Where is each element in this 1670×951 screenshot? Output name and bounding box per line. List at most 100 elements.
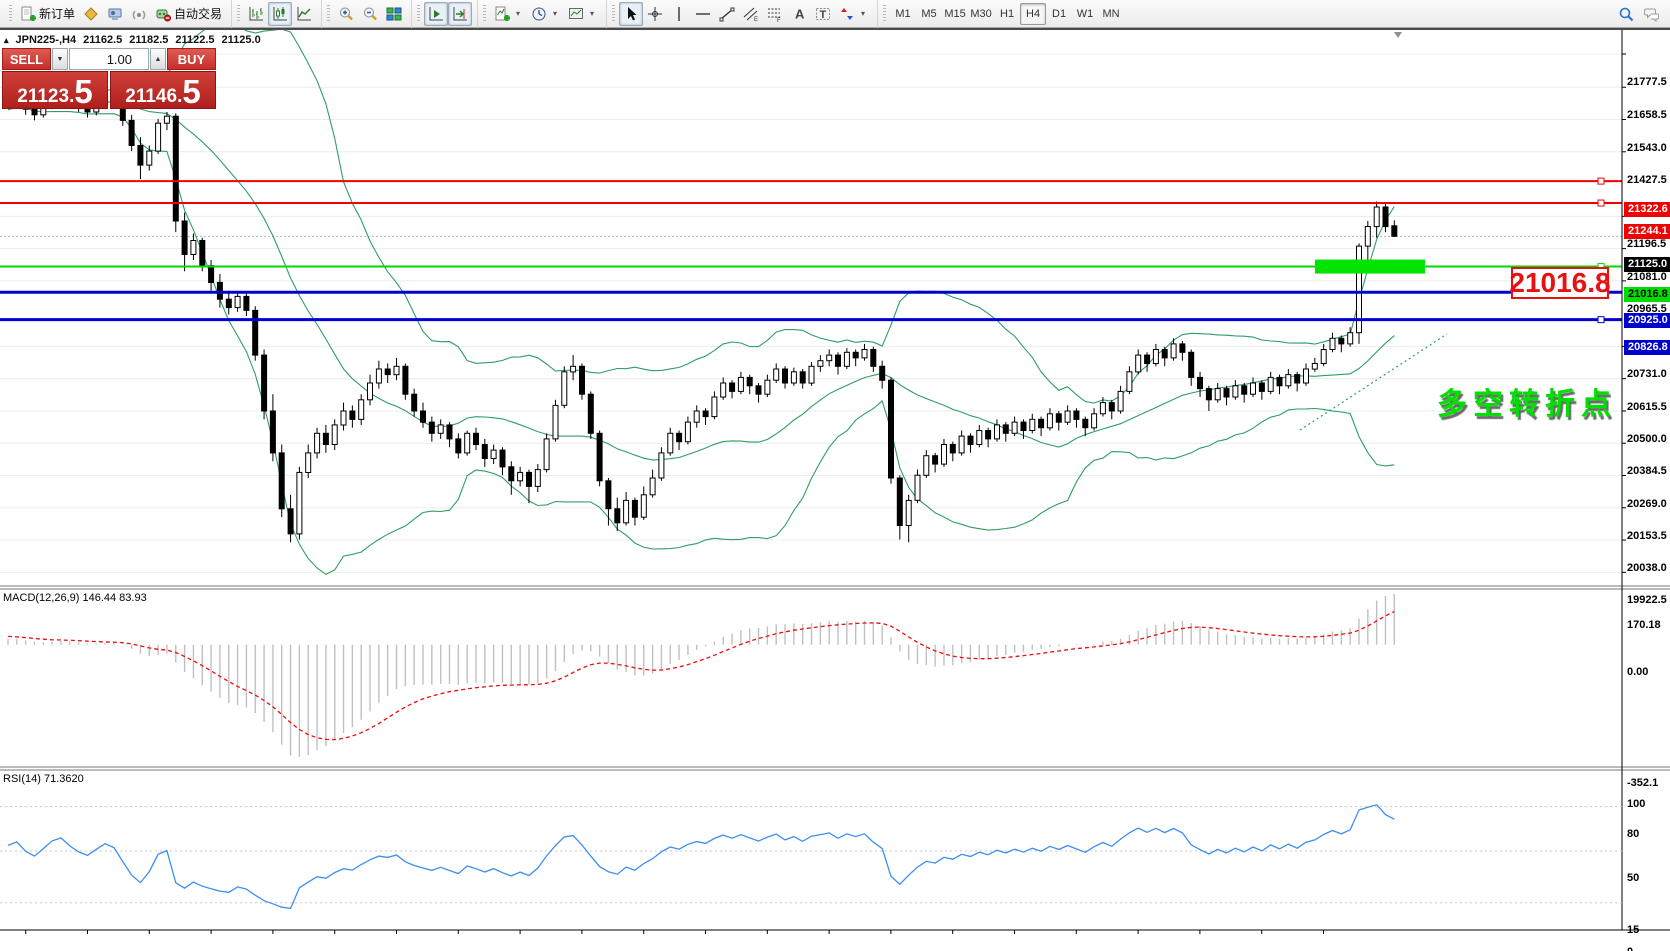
one-click-trade-panel: SELL ▼ ▲ BUY 21123 . 5 21146 . 5 bbox=[2, 48, 216, 109]
bollinger-lower-band bbox=[7, 106, 1395, 576]
chart-shift-marker-icon[interactable] bbox=[1394, 32, 1402, 38]
candle bbox=[1373, 206, 1380, 228]
autotrading-button[interactable]: 自动交易 bbox=[151, 2, 226, 26]
support-zone-rect[interactable] bbox=[1315, 259, 1425, 274]
candle bbox=[402, 365, 409, 395]
candle bbox=[393, 365, 400, 376]
candle bbox=[499, 449, 506, 468]
search-icon[interactable] bbox=[1618, 6, 1634, 22]
candle bbox=[746, 376, 753, 387]
hline-anchor[interactable] bbox=[1597, 177, 1605, 185]
candle bbox=[1364, 226, 1371, 247]
templates-caret-icon[interactable]: ▾ bbox=[587, 9, 597, 18]
chart-plot[interactable] bbox=[0, 30, 1670, 951]
candle bbox=[1223, 388, 1230, 398]
periods-button[interactable]: ▾ bbox=[527, 2, 564, 26]
candle bbox=[623, 499, 630, 524]
timeframe-m1-button[interactable]: M1 bbox=[890, 3, 916, 25]
rsi-axis-label: 50 bbox=[1627, 872, 1640, 884]
chart-shift-button[interactable] bbox=[448, 1, 473, 26]
candle bbox=[1038, 418, 1045, 429]
candle bbox=[146, 150, 153, 166]
cursor-button[interactable] bbox=[619, 1, 644, 26]
crosshair-button[interactable] bbox=[643, 2, 667, 26]
terminal-button[interactable] bbox=[103, 2, 127, 26]
candle bbox=[428, 421, 435, 434]
price-axis-tag-20826.8: 20826.8 bbox=[1624, 340, 1670, 356]
horizontal-line-button[interactable] bbox=[691, 2, 715, 26]
macd-axis-label: -352.1 bbox=[1627, 777, 1659, 789]
zoom-in-button[interactable] bbox=[334, 2, 358, 26]
buy-price[interactable]: 21146 . 5 bbox=[110, 71, 216, 109]
candle bbox=[737, 376, 744, 392]
candlestick-chart-button[interactable] bbox=[268, 1, 293, 26]
periods-caret-icon[interactable]: ▾ bbox=[550, 9, 560, 18]
hline-anchor[interactable] bbox=[1597, 199, 1605, 207]
timeframe-m15-button[interactable]: M15 bbox=[942, 3, 968, 25]
tile-windows-button[interactable] bbox=[382, 2, 406, 26]
new-order-button[interactable]: 新订单 bbox=[16, 2, 79, 26]
timeframe-d1-button[interactable]: D1 bbox=[1046, 3, 1072, 25]
arrows-button[interactable]: ▾ bbox=[835, 2, 872, 26]
timeframe-mn-button[interactable]: MN bbox=[1098, 3, 1124, 25]
candle bbox=[269, 410, 276, 454]
chat-icon[interactable] bbox=[1644, 6, 1660, 22]
volume-input[interactable] bbox=[70, 49, 148, 69]
signals-button[interactable] bbox=[127, 2, 151, 26]
volume-increase-button[interactable]: ▲ bbox=[150, 48, 166, 70]
zoom-out-button[interactable] bbox=[358, 2, 382, 26]
auto-scroll-button[interactable] bbox=[424, 1, 449, 26]
candle bbox=[1294, 374, 1301, 384]
candle bbox=[455, 438, 462, 454]
panel-collapse-icon[interactable]: ▴ bbox=[4, 35, 9, 46]
periods-clock-icon bbox=[532, 7, 546, 20]
candle bbox=[684, 421, 691, 443]
text-button[interactable]: A bbox=[787, 2, 811, 26]
candle bbox=[517, 471, 524, 482]
timeframe-w1-button[interactable]: W1 bbox=[1072, 3, 1098, 25]
price-annotation-box[interactable]: 21016.8 bbox=[1509, 267, 1611, 299]
arrows-caret-icon[interactable]: ▾ bbox=[858, 9, 868, 18]
equidistant-channel-button[interactable]: E bbox=[739, 2, 763, 26]
buy-button[interactable]: BUY bbox=[167, 48, 216, 70]
sell-button[interactable]: SELL bbox=[2, 48, 51, 70]
profile-button[interactable] bbox=[79, 2, 103, 26]
timeframe-h1-button[interactable]: H1 bbox=[994, 3, 1020, 25]
candle bbox=[1170, 343, 1177, 359]
candle bbox=[208, 265, 215, 284]
candle bbox=[631, 499, 638, 518]
templates-button[interactable]: ▾ bbox=[564, 2, 601, 26]
volume-decrease-button[interactable]: ▼ bbox=[52, 48, 68, 70]
candle bbox=[534, 469, 541, 487]
hline-anchor[interactable] bbox=[1597, 316, 1605, 324]
candle bbox=[729, 382, 736, 392]
text-label-button[interactable]: T bbox=[811, 2, 835, 26]
macd-axis-label: 170.18 bbox=[1627, 619, 1661, 631]
price-axis-tag-21125.0: 21125.0 bbox=[1624, 256, 1670, 272]
sell-price[interactable]: 21123 . 5 bbox=[2, 71, 108, 109]
trendline-button[interactable] bbox=[715, 2, 739, 26]
candle bbox=[1347, 332, 1354, 345]
timeframe-h4-button[interactable]: H4 bbox=[1020, 2, 1047, 25]
vertical-line-button[interactable] bbox=[667, 2, 691, 26]
fibonacci-button[interactable]: F bbox=[763, 2, 787, 26]
candle bbox=[1188, 351, 1195, 378]
candle bbox=[570, 365, 577, 373]
candle bbox=[464, 432, 471, 454]
timeframe-m30-button[interactable]: M30 bbox=[968, 3, 994, 25]
svg-text:T: T bbox=[820, 9, 827, 21]
indicators-caret-icon[interactable]: ▾ bbox=[513, 9, 523, 18]
price-axis-label: 21427.5 bbox=[1627, 173, 1667, 186]
cursor-icon bbox=[628, 6, 637, 20]
chart-window: ▴ JPN225-,H4 21162.5 21182.5 21122.5 211… bbox=[0, 28, 1670, 951]
price-axis-label: 20038.0 bbox=[1627, 562, 1667, 575]
candle bbox=[349, 410, 356, 420]
line-chart-button[interactable] bbox=[292, 2, 316, 26]
candle bbox=[702, 410, 709, 418]
svg-text:F: F bbox=[777, 18, 781, 22]
indicators-button[interactable]: ▾ bbox=[490, 2, 527, 26]
timeframe-m5-button[interactable]: M5 bbox=[916, 3, 942, 25]
candle bbox=[1382, 206, 1389, 228]
text-label-icon: T bbox=[816, 7, 831, 21]
bar-chart-button[interactable] bbox=[244, 2, 268, 26]
